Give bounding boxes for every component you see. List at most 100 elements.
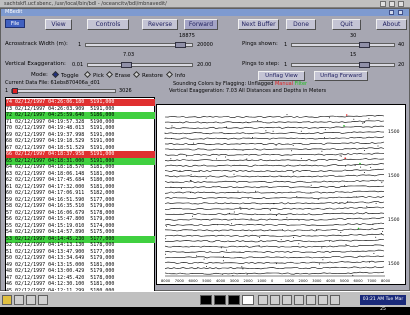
ping-profile[interactable] bbox=[165, 174, 384, 178]
sounding-point[interactable] bbox=[370, 166, 372, 168]
ping-profile[interactable] bbox=[164, 217, 385, 221]
network-icon[interactable] bbox=[258, 295, 268, 305]
acrosstrack-slider[interactable] bbox=[85, 42, 193, 48]
sounding-point[interactable] bbox=[353, 118, 355, 120]
ping-profile[interactable] bbox=[164, 271, 385, 275]
sounding-point[interactable] bbox=[225, 156, 227, 158]
sounding-point[interactable] bbox=[247, 197, 249, 199]
ping-profile[interactable] bbox=[164, 168, 385, 173]
sounding-point[interactable] bbox=[372, 224, 374, 225]
sounding-point[interactable] bbox=[300, 157, 302, 159]
sounding-point[interactable] bbox=[293, 237, 295, 238]
sounding-point[interactable] bbox=[171, 125, 173, 127]
sounding-point[interactable] bbox=[354, 165, 356, 166]
acrosstrack-slider-thumb[interactable] bbox=[175, 42, 187, 48]
sounding-point[interactable] bbox=[242, 149, 244, 151]
sounding-point[interactable] bbox=[241, 266, 243, 268]
sounding-point[interactable] bbox=[269, 209, 271, 211]
sounding-point[interactable] bbox=[198, 171, 200, 172]
sounding-point[interactable] bbox=[339, 155, 341, 157]
sounding-point[interactable] bbox=[321, 247, 323, 249]
sounding-point[interactable] bbox=[170, 138, 172, 140]
sounding-point[interactable] bbox=[197, 267, 199, 269]
view-button[interactable]: View bbox=[45, 19, 72, 30]
mode-toggle[interactable]: Toggle bbox=[51, 70, 79, 80]
sounding-point[interactable] bbox=[286, 114, 288, 116]
flagged-sounding[interactable] bbox=[344, 157, 346, 159]
sounding-point[interactable] bbox=[242, 268, 244, 270]
sounding-point[interactable] bbox=[280, 239, 282, 241]
sounding-point[interactable] bbox=[300, 130, 302, 132]
sounding-point[interactable] bbox=[321, 150, 323, 152]
ping-profile[interactable] bbox=[164, 238, 385, 243]
sounding-point[interactable] bbox=[363, 122, 365, 123]
folder-icon[interactable] bbox=[38, 295, 48, 305]
sounding-point[interactable] bbox=[170, 158, 172, 160]
sounding-point[interactable] bbox=[170, 127, 172, 129]
sounding-point[interactable] bbox=[225, 126, 227, 128]
list-slider-thumb[interactable] bbox=[12, 88, 18, 94]
swath-plot-canvas[interactable]: 15001500150015008000 7000 6000 5000 4000 3000… bbox=[157, 105, 405, 284]
sounding-point[interactable] bbox=[257, 120, 259, 121]
terminal-icon[interactable] bbox=[14, 295, 24, 305]
sounding-point[interactable] bbox=[258, 245, 260, 246]
ping-profile[interactable] bbox=[164, 125, 385, 129]
ping-profile[interactable] bbox=[164, 260, 384, 264]
close-icon[interactable] bbox=[398, 1, 404, 7]
sounding-point[interactable] bbox=[233, 211, 235, 213]
sounding-point[interactable] bbox=[223, 256, 224, 258]
pings-step-slider-thumb[interactable] bbox=[359, 62, 371, 68]
sounding-point[interactable] bbox=[172, 182, 174, 183]
sounding-point[interactable] bbox=[345, 244, 347, 245]
sounding-point[interactable] bbox=[276, 263, 278, 265]
sounding-point[interactable] bbox=[296, 196, 298, 197]
ping-profile[interactable] bbox=[164, 212, 385, 216]
power-icon[interactable] bbox=[306, 295, 316, 305]
vexag-slider-thumb[interactable] bbox=[120, 62, 132, 68]
sounding-point[interactable] bbox=[339, 202, 341, 204]
sounding-point[interactable] bbox=[205, 177, 207, 179]
ping-profile[interactable] bbox=[164, 163, 385, 167]
sounding-point[interactable] bbox=[226, 249, 228, 251]
sounding-point[interactable] bbox=[252, 137, 253, 138]
sounding-point[interactable] bbox=[340, 232, 342, 233]
mail-icon[interactable] bbox=[282, 295, 292, 305]
sounding-point[interactable] bbox=[375, 236, 377, 238]
ping-profile[interactable] bbox=[164, 228, 385, 232]
sounding-point[interactable] bbox=[190, 180, 192, 182]
sounding-point[interactable] bbox=[310, 192, 312, 194]
sounding-point[interactable] bbox=[196, 255, 198, 257]
sounding-point[interactable] bbox=[317, 198, 319, 200]
sounding-point[interactable] bbox=[166, 225, 168, 227]
ping-list[interactable]: 74 02/12/1997 04:26:06.180 5191,000 73 02… bbox=[5, 97, 155, 294]
sounding-point[interactable] bbox=[235, 218, 237, 220]
sounding-point[interactable] bbox=[231, 223, 233, 225]
sounding-point[interactable] bbox=[265, 130, 267, 132]
sounding-point[interactable] bbox=[217, 224, 219, 226]
workspace-1[interactable] bbox=[200, 295, 212, 305]
sounding-point[interactable] bbox=[377, 145, 379, 147]
sounding-point[interactable] bbox=[220, 247, 222, 249]
ping-profile[interactable] bbox=[164, 233, 385, 237]
sounding-point[interactable] bbox=[216, 158, 218, 160]
ping-profile[interactable] bbox=[164, 195, 385, 200]
window-close-icon[interactable] bbox=[398, 10, 403, 15]
sounding-point[interactable] bbox=[165, 238, 167, 240]
sounding-point[interactable] bbox=[381, 182, 383, 184]
pings-step-slider[interactable] bbox=[291, 62, 395, 68]
ping-profile[interactable] bbox=[164, 152, 385, 156]
ping-profile[interactable] bbox=[164, 244, 385, 248]
sounding-point[interactable] bbox=[324, 129, 326, 131]
list-slider[interactable] bbox=[11, 88, 116, 94]
ping-profile[interactable] bbox=[164, 190, 385, 194]
window-minimize-icon[interactable] bbox=[389, 10, 394, 15]
ping-profile[interactable] bbox=[164, 141, 385, 146]
help-icon[interactable] bbox=[330, 295, 340, 305]
ping-profile[interactable] bbox=[164, 136, 385, 140]
volume-icon[interactable] bbox=[270, 295, 280, 305]
unflag-forward-button[interactable]: Unflag Forward bbox=[314, 71, 368, 81]
sounding-point[interactable] bbox=[363, 150, 365, 151]
sounding-point[interactable] bbox=[292, 172, 294, 174]
ping-profile[interactable] bbox=[164, 249, 385, 254]
pings-shown-slider-thumb[interactable] bbox=[359, 42, 371, 48]
